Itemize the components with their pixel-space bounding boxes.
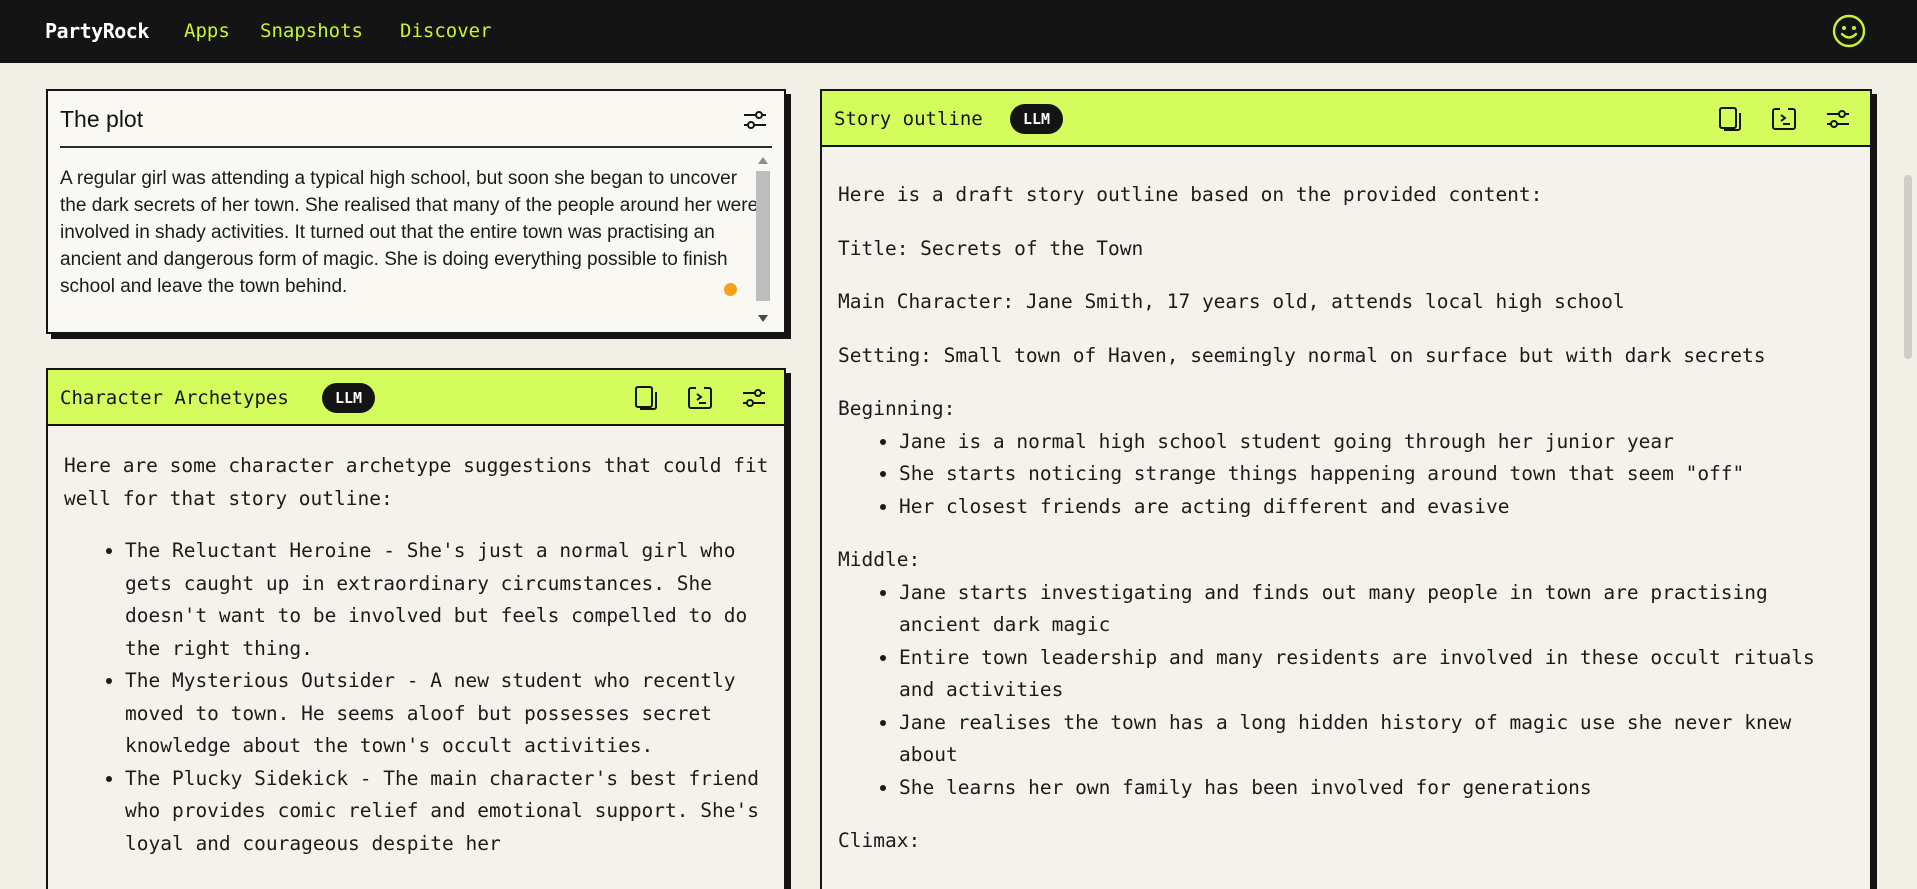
story-title: Story outline <box>834 108 983 130</box>
list-item: Her closest friends are acting different… <box>899 491 1850 524</box>
plot-title: The plot <box>60 106 144 132</box>
sliders-icon[interactable] <box>1824 105 1852 133</box>
plot-textarea[interactable]: A regular girl was attending a typical h… <box>60 165 760 300</box>
scroll-down-icon[interactable] <box>758 315 768 322</box>
sliders-icon[interactable] <box>740 384 768 412</box>
sliders-icon[interactable] <box>741 106 769 134</box>
archetypes-title: Character Archetypes <box>60 387 289 409</box>
list-item: The Mysterious Outsider - A new student … <box>125 665 770 763</box>
story-header: Story outline LLM <box>822 91 1870 147</box>
archetypes-list: The Reluctant Heroine - She's just a nor… <box>64 535 770 860</box>
archetypes-card: Character Archetypes LLM Here are some c… <box>46 368 786 889</box>
plot-card: The plot A regular girl was attending a … <box>46 89 786 334</box>
story-intro: Here is a draft story outline based on t… <box>838 183 1543 206</box>
story-card: Story outline LLM Here is a draft story … <box>820 89 1872 889</box>
smiley-icon[interactable] <box>1832 14 1866 48</box>
list-item: Jane realises the town has a long hidden… <box>899 707 1850 772</box>
archetypes-header: Character Archetypes LLM <box>48 370 784 426</box>
list-item: The Reluctant Heroine - She's just a nor… <box>125 535 770 665</box>
archetypes-output: Here are some character archetype sugges… <box>48 428 784 860</box>
list-item: She learns her own family has been invol… <box>899 772 1850 805</box>
story-main-character: Main Character: Jane Smith, 17 years old… <box>838 290 1625 313</box>
plot-divider <box>60 146 772 148</box>
list-item: The Plucky Sidekick - The main character… <box>125 763 770 861</box>
llm-badge: LLM <box>322 383 376 413</box>
middle-list: Jane starts investigating and finds out … <box>838 577 1850 805</box>
scroll-up-icon[interactable] <box>758 157 768 164</box>
story-setting: Setting: Small town of Haven, seemingly … <box>838 343 1766 367</box>
nav-link-discover[interactable]: Discover <box>400 20 492 42</box>
cursor-indicator <box>724 283 737 296</box>
list-item: Jane is a normal high school student goi… <box>899 426 1850 459</box>
story-middle-label: Middle: <box>838 548 921 571</box>
nav-link-snapshots[interactable]: Snapshots <box>260 20 363 42</box>
copy-icon[interactable] <box>1716 105 1744 133</box>
story-title-line: Title: Secrets of the Town <box>838 236 1144 260</box>
llm-badge: LLM <box>1010 104 1064 134</box>
share-icon[interactable] <box>1770 105 1798 133</box>
plot-scrollbar[interactable] <box>754 153 772 329</box>
copy-icon[interactable] <box>632 384 660 412</box>
share-icon[interactable] <box>686 384 714 412</box>
list-item: She starts noticing strange things happe… <box>899 458 1850 491</box>
nav-link-apps[interactable]: Apps <box>184 20 230 42</box>
story-output: Here is a draft story outline based on t… <box>822 149 1870 879</box>
archetypes-intro: Here are some character archetype sugges… <box>64 454 769 510</box>
list-item: Entire town leadership and many resident… <box>899 642 1850 707</box>
page-scrollbar[interactable] <box>1904 175 1912 359</box>
story-climax-label: Climax: <box>838 829 921 852</box>
list-item: Jane starts investigating and finds out … <box>899 577 1850 642</box>
beginning-list: Jane is a normal high school student goi… <box>838 426 1850 524</box>
brand-logo[interactable]: PartyRock <box>45 19 149 43</box>
scroll-thumb[interactable] <box>756 171 770 301</box>
top-nav: PartyRock Apps Snapshots Discover <box>0 0 1917 63</box>
story-beginning-label: Beginning: <box>838 397 956 420</box>
